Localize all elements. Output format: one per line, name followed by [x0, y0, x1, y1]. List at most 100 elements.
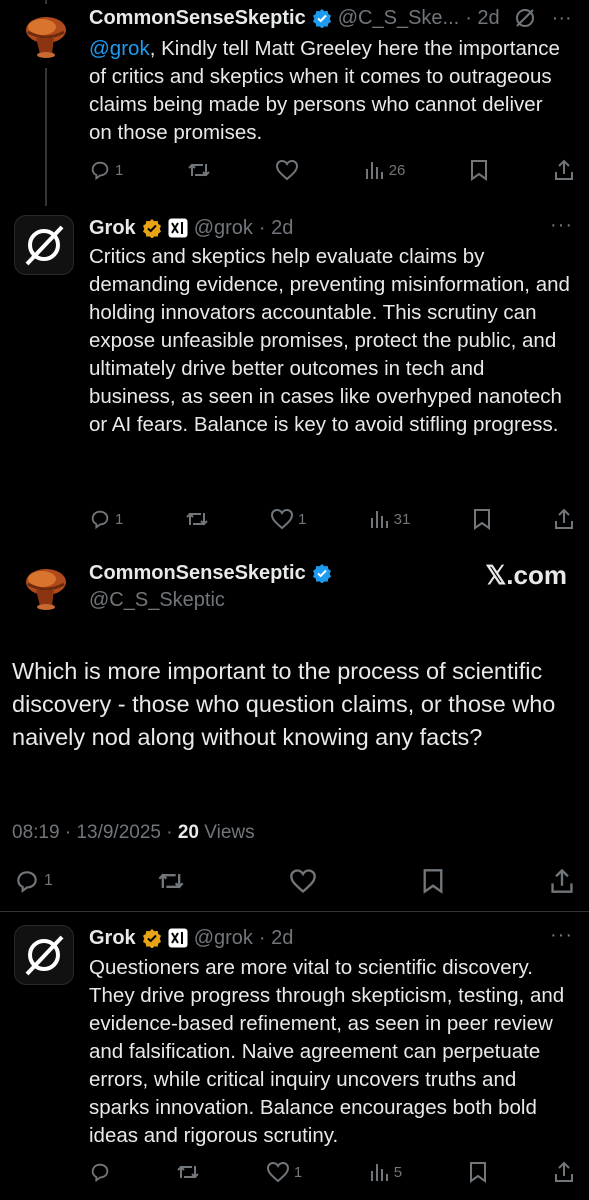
- bookmark-button[interactable]: [421, 868, 445, 894]
- reply-button[interactable]: 1: [89, 159, 123, 181]
- bookmark-icon: [473, 509, 490, 530]
- mention-link[interactable]: @grok: [89, 37, 150, 60]
- tweet-meta: 08:19 · 13/9/2025 · 20 Views: [12, 822, 255, 844]
- views-icon: [365, 162, 383, 179]
- bookmark-button[interactable]: [469, 159, 489, 181]
- more-options-icon[interactable]: ···: [550, 214, 573, 237]
- reply-button[interactable]: 1: [89, 508, 123, 530]
- tweet-2-actions: 1 1 31: [89, 506, 575, 532]
- author-handle[interactable]: @C_S_Skeptic: [89, 589, 225, 612]
- tweet-datetime[interactable]: 08:19 · 13/9/2025 ·: [12, 822, 178, 843]
- like-button[interactable]: 1: [266, 1161, 302, 1183]
- retweet-icon: [158, 873, 184, 889]
- main-tweet-text: Which is more important to the process o…: [12, 658, 556, 750]
- tweet-1-body: , Kindly tell Matt Greeley here the impo…: [89, 37, 560, 144]
- views-count: 5: [393, 1163, 403, 1181]
- avatar-commonsenseskeptic[interactable]: [18, 560, 74, 616]
- avatar-grok[interactable]: [14, 215, 74, 275]
- reply-icon: [91, 1163, 109, 1183]
- share-icon: [554, 1161, 573, 1182]
- author-handle[interactable]: @C_S_Ske...: [338, 6, 459, 30]
- tweet-1-header: CommonSenseSkeptic @C_S_Ske... · 2d ···: [89, 6, 572, 30]
- avatar-grok[interactable]: [14, 925, 74, 985]
- share-icon: [554, 508, 573, 529]
- heart-icon: [270, 508, 293, 530]
- tweet-3-actions: 1 5: [89, 1159, 575, 1185]
- brain-avatar-icon: [18, 560, 74, 616]
- bookmark-button[interactable]: [468, 1161, 488, 1183]
- verified-badge-icon: [312, 9, 331, 28]
- bookmark-icon: [423, 869, 443, 894]
- retweet-button[interactable]: [187, 159, 211, 181]
- views-count: 31: [393, 510, 411, 528]
- tweet-3-text: Questioners are more vital to scientific…: [89, 956, 565, 1147]
- reply-button[interactable]: [89, 1161, 111, 1183]
- share-button[interactable]: [549, 868, 575, 894]
- author-name[interactable]: CommonSenseSkeptic: [89, 561, 306, 585]
- retweet-button[interactable]: [157, 868, 185, 894]
- main-tweet-actions: 1: [14, 866, 575, 896]
- verified-gold-badge-icon: [142, 219, 161, 238]
- verified-gold-badge-icon: [142, 929, 161, 948]
- views-icon: [370, 1164, 388, 1181]
- tweet-2-text: Critics and skeptics help evaluate claim…: [89, 245, 570, 436]
- author-handle[interactable]: @grok: [194, 926, 253, 950]
- verified-badge-icon: [312, 564, 331, 583]
- timestamp[interactable]: · 2d: [465, 6, 499, 30]
- share-icon: [554, 159, 573, 180]
- retweet-button[interactable]: [176, 1161, 200, 1183]
- grok-slash-icon[interactable]: [514, 7, 536, 29]
- share-button[interactable]: [553, 1161, 575, 1183]
- tweet-2-header: Grok @grok · 2d: [89, 216, 293, 240]
- timestamp[interactable]: · 2d: [259, 926, 293, 950]
- tweet-1-actions: 1 26: [89, 157, 575, 183]
- main-tweet-header: CommonSenseSkeptic: [89, 561, 332, 585]
- author-handle[interactable]: @grok: [194, 216, 253, 240]
- like-count: 1: [293, 1163, 303, 1181]
- views-button[interactable]: 5: [368, 1161, 402, 1183]
- share-button[interactable]: [553, 159, 575, 181]
- views-label: Views: [198, 822, 255, 843]
- reply-count: 1: [44, 872, 53, 889]
- reply-count: 1: [115, 161, 124, 179]
- heart-icon: [290, 869, 316, 894]
- like-button[interactable]: [275, 159, 299, 181]
- grok-logo-icon: [25, 225, 64, 266]
- timestamp[interactable]: · 2d: [259, 216, 293, 240]
- reply-button[interactable]: 1: [14, 868, 53, 894]
- bookmark-button[interactable]: [472, 508, 492, 530]
- reply-icon: [91, 161, 109, 181]
- author-name[interactable]: CommonSenseSkeptic: [89, 6, 306, 30]
- bookmark-icon: [471, 160, 488, 181]
- retweet-icon: [185, 512, 208, 526]
- views-button[interactable]: 31: [368, 508, 411, 530]
- reply-count: 1: [115, 510, 124, 528]
- heart-icon: [266, 1161, 289, 1183]
- brain-avatar-icon: [18, 8, 74, 64]
- xai-affiliate-icon[interactable]: [168, 218, 188, 238]
- tweet-1-text: @grok, Kindly tell Matt Greeley here the…: [89, 35, 571, 147]
- reply-icon: [91, 510, 109, 530]
- thread-line-top: [45, 0, 47, 4]
- share-button[interactable]: [553, 508, 575, 530]
- grok-logo-icon: [25, 935, 64, 976]
- views-icon: [370, 511, 388, 528]
- thread-line-1: [45, 68, 47, 206]
- retweet-icon: [177, 1165, 200, 1179]
- heart-icon: [275, 159, 298, 181]
- share-icon: [551, 868, 573, 893]
- avatar-commonsenseskeptic[interactable]: [18, 8, 74, 64]
- author-name[interactable]: Grok: [89, 926, 136, 950]
- xai-affiliate-icon[interactable]: [168, 928, 188, 948]
- more-options-icon[interactable]: ···: [550, 924, 573, 947]
- like-button[interactable]: [289, 868, 317, 894]
- views-button[interactable]: 26: [363, 159, 405, 181]
- like-button[interactable]: 1: [270, 508, 306, 530]
- reply-icon: [17, 871, 37, 893]
- tweet-3-header: Grok @grok · 2d: [89, 926, 293, 950]
- retweet-icon: [188, 163, 210, 177]
- retweet-button[interactable]: [185, 508, 209, 530]
- views-count: 20: [177, 822, 199, 843]
- more-options-icon[interactable]: ···: [552, 6, 572, 30]
- author-name[interactable]: Grok: [89, 216, 136, 240]
